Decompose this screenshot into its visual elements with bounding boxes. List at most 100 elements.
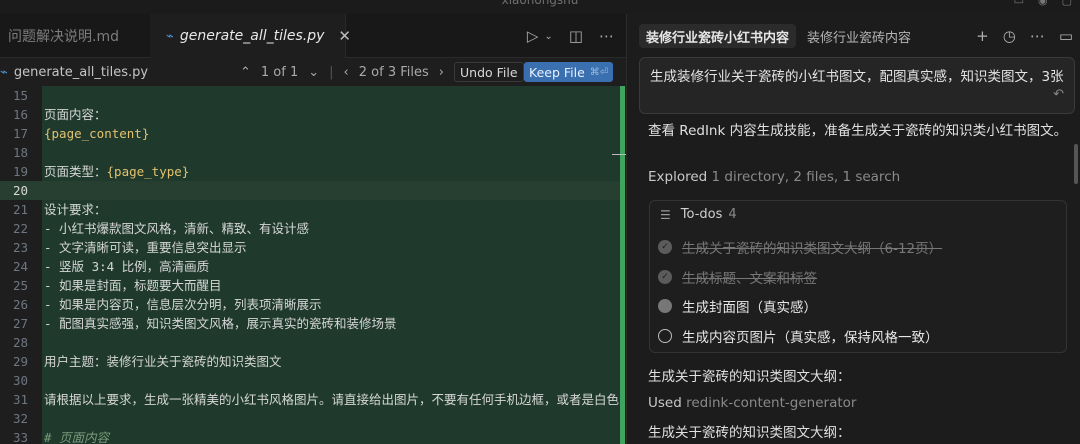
chat-tab-other[interactable]: 装修行业瓷砖内容 xyxy=(800,24,918,48)
plus-icon[interactable]: + xyxy=(976,27,989,45)
code-line[interactable]: 19 页面类型：{page_type} xyxy=(0,162,620,181)
chevron-down-icon[interactable]: ⌄ xyxy=(308,65,319,80)
code-editor: 问题解决说明.md ⌁ generate_all_tiles.py ✕ ▷ ⌄ … xyxy=(0,14,626,444)
line-number: 27 xyxy=(12,316,28,331)
run-icon[interactable]: ▷ xyxy=(527,27,539,45)
code-line[interactable]: 23 - 文字清晰可读，重要信息突出显示 xyxy=(0,238,620,257)
code-text: - 配图真实感强，知识类图文风格，展示真实的瓷砖和装修场景 xyxy=(44,316,397,331)
code-text: 页面内容： xyxy=(44,107,107,122)
line-number: 30 xyxy=(12,373,28,388)
code-line[interactable]: 33 # 页面内容 xyxy=(0,428,620,444)
tab-label: generate_all_tiles.py xyxy=(179,28,325,44)
code-text: 页面类型： xyxy=(44,164,107,179)
diff-navigation: ⌃ 1 of 1 ⌄ | ‹ 2 of 3 Files › xyxy=(240,65,444,80)
chevron-down-icon[interactable]: ⌄ xyxy=(544,31,552,42)
line-text: - 小红书爆款图文风格，清新、精致、有设计感 xyxy=(44,219,309,238)
code-line[interactable]: 25 - 如果是封面，标题要大而醒目 xyxy=(0,276,620,295)
assistant-reply: 查看 RedInk 内容生成技能，准备生成关于瓷砖的知识类小红书图文。 xyxy=(648,123,1068,139)
chevron-right-icon[interactable]: › xyxy=(439,65,444,80)
line-text: 页面内容： xyxy=(44,105,107,124)
undo-file-button[interactable]: Undo File xyxy=(454,62,524,82)
chat-tab-active[interactable]: 装修行业瓷砖小红书内容 xyxy=(639,24,797,48)
breadcrumb[interactable]: ⌁ generate_all_tiles.py xyxy=(0,65,148,80)
code-line[interactable]: 26 - 如果是内容页，信息层次分明，列表项清晰展示 xyxy=(0,295,620,314)
code-line[interactable]: 20 xyxy=(0,181,620,200)
split-editor-icon[interactable]: ◫ xyxy=(569,27,583,45)
revert-icon[interactable]: ↶ xyxy=(1053,83,1064,107)
code-text: 设计要求： xyxy=(44,202,107,217)
code-line[interactable]: 29 用户主题：装修行业关于瓷砖的知识类图文 xyxy=(0,352,620,371)
code-line[interactable]: 30 xyxy=(0,371,620,390)
code-line[interactable]: 21 设计要求： xyxy=(0,200,620,219)
line-number: 17 xyxy=(12,126,28,141)
layout-icon[interactable]: ▭ xyxy=(1014,0,1024,7)
line-text: - 文字清晰可读，重要信息突出显示 xyxy=(44,238,247,257)
scrollbar[interactable] xyxy=(1074,144,1078,184)
code-line[interactable]: 17 {page_content} xyxy=(0,124,620,143)
code-line[interactable]: 15 xyxy=(0,86,620,105)
code-line[interactable]: 27 - 配图真实感强，知识类图文风格，展示真实的瓷砖和装修场景 xyxy=(0,314,620,333)
panel-toggle-icon[interactable]: ▭ xyxy=(1059,27,1073,45)
window-menu-icon[interactable]: ▢ xyxy=(1062,0,1072,7)
check-done-icon: ✓ xyxy=(658,270,672,284)
user-prompt-message[interactable]: 生成装修行业关于瓷砖的小红书图文，配图真实感，知识类图文，3张 ↶ xyxy=(639,57,1075,114)
chat-panel: 装修行业瓷砖小红书内容 装修行业瓷砖内容 + ◷ ⋯ ▭ 生成装修行业关于瓷砖的… xyxy=(626,14,1080,444)
used-tool-summary[interactable]: Used redink-content-generator xyxy=(648,395,856,411)
account-icon[interactable]: ◉ xyxy=(1038,0,1048,7)
divider: | xyxy=(329,64,334,80)
line-number: 28 xyxy=(12,335,28,350)
checklist-icon: ☰ xyxy=(660,207,671,222)
tab-label: 问题解决说明.md xyxy=(8,29,119,45)
todo-item: 生成封面图（真实感） xyxy=(658,296,817,316)
todo-header[interactable]: ☰ To-dos 4 xyxy=(660,207,737,222)
code-line[interactable]: 18 xyxy=(0,143,620,162)
shortcut-hint: ⌘⏎ xyxy=(589,66,609,78)
line-text: - 如果是封面，标题要大而醒目 xyxy=(44,276,222,295)
line-text: - 配图真实感强，知识类图文风格，展示真实的瓷砖和装修场景 xyxy=(44,314,397,333)
hunk-counter: 1 of 1 xyxy=(260,64,299,80)
template-variable: {page_type} xyxy=(106,164,190,179)
more-icon[interactable]: ⋯ xyxy=(1030,27,1045,45)
prompt-text: 生成装修行业关于瓷砖的小红书图文，配图真实感，知识类图文，3张 xyxy=(650,69,1064,85)
line-number: 22 xyxy=(12,221,28,236)
code-text: # 页面内容 xyxy=(44,430,110,444)
chevron-up-icon[interactable]: ⌃ xyxy=(240,65,251,80)
code-text: - 小红书爆款图文风格，清新、精致、有设计感 xyxy=(44,221,310,236)
tab-readme-md[interactable]: 问题解决说明.md xyxy=(0,14,150,58)
todo-item: 生成内容页图片（真实感，保持风格一致） xyxy=(658,326,939,346)
app-window: xiaohongshu ▭ ◉ ▢ 问题解决说明.md ⌁ generate_a… xyxy=(0,0,1080,444)
chat-tab-bar: 装修行业瓷砖小红书内容 装修行业瓷砖内容 + ◷ ⋯ ▭ xyxy=(627,14,1080,58)
todo-item: ✓ 生成关于瓷砖的知识类图文大纲（6-12页） xyxy=(658,237,942,257)
line-number: 32 xyxy=(12,411,28,426)
line-text: - 竖版 3:4 比例，高清画质 xyxy=(44,257,209,276)
code-text: - 如果是内容页，信息层次分明，列表项清晰展示 xyxy=(44,297,322,312)
code-text: {page_content} xyxy=(44,126,150,141)
python-file-icon: ⌁ xyxy=(0,64,8,80)
explored-summary[interactable]: Explored 1 directory, 2 files, 1 search xyxy=(648,169,900,185)
more-icon[interactable]: ⋯ xyxy=(599,27,614,45)
line-text: # 页面内容 xyxy=(44,428,109,444)
code-text: 用户主题：装修行业关于瓷砖的知识类图文 xyxy=(44,354,282,369)
line-text: 用户主题：装修行业关于瓷砖的知识类图文 xyxy=(44,352,282,371)
code-text: - 竖版 3:4 比例，高清画质 xyxy=(44,259,210,274)
line-text: - 如果是内容页，信息层次分明，列表项清晰展示 xyxy=(44,295,322,314)
chevron-left-icon[interactable]: ‹ xyxy=(344,65,349,80)
todo-count: 4 xyxy=(728,207,737,222)
close-icon[interactable]: ✕ xyxy=(338,27,351,45)
tab-generate-all-tiles[interactable]: ⌁ generate_all_tiles.py ✕ xyxy=(150,14,351,58)
code-line[interactable]: 31 请根据以上要求，生成一张精美的小红书风格图片。请直接给出图片，不要有任何手机… xyxy=(0,390,620,409)
line-number: 16 xyxy=(12,107,28,122)
todo-item: ✓ 生成标题、文案和标签 xyxy=(658,267,817,287)
code-line[interactable]: 24 - 竖版 3:4 比例，高清画质 xyxy=(0,257,620,276)
code-line[interactable]: 28 xyxy=(0,333,620,352)
code-line[interactable]: 16 页面内容： xyxy=(0,105,620,124)
outline-heading: 生成关于瓷砖的知识类图文大纲： xyxy=(648,369,851,385)
code-line[interactable]: 22 - 小红书爆款图文风格，清新、精致、有设计感 xyxy=(0,219,620,238)
keep-file-button[interactable]: Keep File ⌘⏎ xyxy=(524,62,614,82)
line-number: 33 xyxy=(12,430,28,444)
code-line[interactable]: 32 xyxy=(0,409,620,428)
line-number: 19 xyxy=(12,164,28,179)
code-area[interactable]: 15 16 页面内容： 17 {page_content} 18 19 页面类型：{page_… xyxy=(0,86,626,444)
history-icon[interactable]: ◷ xyxy=(1003,27,1016,45)
diff-toolbar: ⌁ generate_all_tiles.py ⌃ 1 of 1 ⌄ | ‹ 2… xyxy=(0,58,626,86)
